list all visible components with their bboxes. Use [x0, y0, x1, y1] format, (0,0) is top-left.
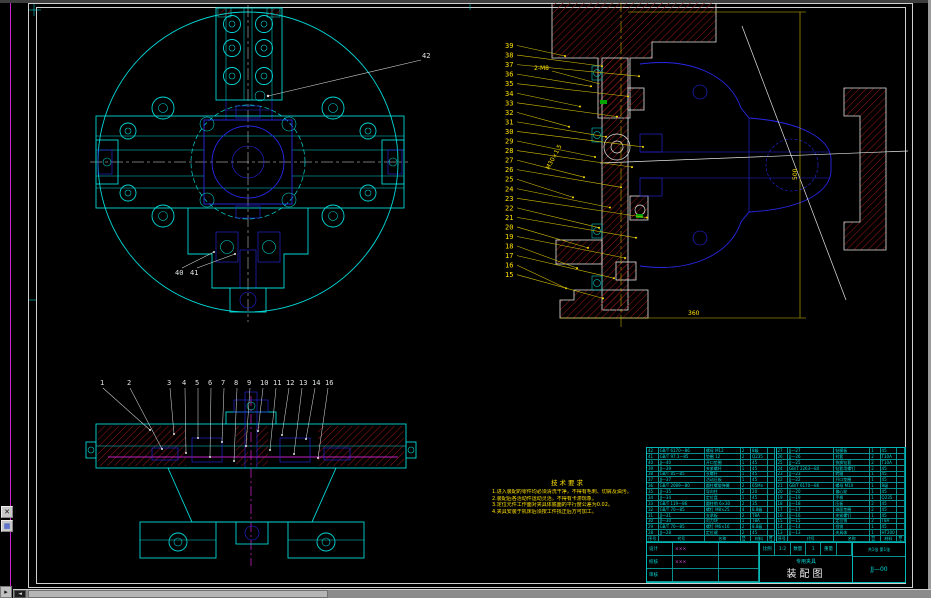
thread-callout-label: 2-M8 [534, 65, 549, 72]
side-callout-number: 33 [505, 99, 513, 107]
side-callout-number: 31 [505, 118, 513, 126]
side-callout-number: 29 [505, 138, 513, 146]
side-callout-number: 19 [505, 233, 513, 241]
qty-value: 1 [805, 543, 822, 556]
sheet-count: 共1张 第1张 [853, 543, 905, 557]
side-callout-number: 32 [505, 109, 513, 117]
bom-right-columns: 27 JJ—27 钻模板 1 45 26 JJ—26 衬套 2 T10A 25 JJ—25 快换钻套 2 T… [776, 448, 906, 542]
front-callout-number: 4 [182, 379, 186, 387]
side-callout-number: 21 [505, 214, 513, 222]
drawing-title-main: 装配图 [786, 569, 826, 580]
side-callout-number: 15 [505, 271, 513, 279]
front-callout-number: 13 [299, 379, 307, 387]
side-callout-number: 22 [505, 204, 513, 212]
drawing-title-small: 专用夹具 [795, 559, 816, 565]
side-callout-number: 20 [505, 223, 513, 231]
notes-line: 4.夹具安装于机床后须按工件找正后方可加工。 [492, 508, 597, 515]
front-callout-number: 1 [100, 379, 104, 387]
front-callout-number: 3 [167, 379, 171, 387]
notes-title: 技术要求 [551, 479, 585, 487]
front-callout-number: 2 [127, 379, 131, 387]
front-section-view: 1 2 3 4 5 6 7 8 9 10 11 12 13 14 16 [85, 379, 417, 566]
side-callout-number: 17 [505, 252, 513, 260]
front-callout-number: 14 [312, 379, 320, 387]
horizontal-scrollbar[interactable]: ◄ [13, 589, 931, 598]
front-callout-number: 7 [221, 379, 225, 387]
weight-value [836, 543, 852, 556]
plan-callouts: 40 41 42 [175, 52, 430, 277]
side-callout-number: 26 [505, 166, 513, 174]
side-callout-number: 18 [505, 243, 513, 251]
scale-value: 1:2 [775, 543, 791, 556]
resize-icon: ▸ [4, 588, 8, 596]
scale-row: 比例 1:2 数量 1 重量 [760, 543, 852, 556]
callout-40: 40 [175, 269, 183, 277]
side-callout-number: 28 [505, 147, 513, 155]
sign-label: 设计 [647, 543, 673, 556]
sign-date [719, 556, 759, 569]
close-icon: ✕ [4, 508, 10, 516]
sign-name: ××× [673, 556, 719, 569]
notes-line: 3.定位元件工作面对夹具体底面的平行度公差为0.02。 [492, 502, 613, 509]
side-callout-number: 23 [505, 195, 513, 203]
front-callout-number: 9 [247, 379, 251, 387]
dimension-vertical: 500 [792, 168, 799, 180]
callout-42: 42 [422, 52, 430, 60]
scrollbar-thumb[interactable] [28, 590, 328, 598]
docked-palette-thumbnail-button[interactable]: ▦ [1, 520, 13, 532]
scroll-left-icon: ◄ [18, 591, 22, 597]
title-block-signatures: 设计 ××× 校核 ××× 审核 [647, 543, 760, 582]
side-section-view: 500 360 2-M8 M30×1.5 3938373635343332313… [505, 0, 909, 330]
side-callout-number: 16 [505, 262, 513, 270]
front-callout-number: 10 [260, 379, 268, 387]
side-callout-number: 30 [505, 128, 513, 136]
sign-date [719, 543, 759, 556]
dimension-horizontal: 360 [688, 310, 700, 317]
bom-left-columns: 42 GB/T 6170—86 螺母 M12 2 8级 41 GB/T 97.1—85 垫圈 … [647, 448, 777, 542]
sign-label: 校核 [647, 556, 673, 569]
side-callout-number: 36 [505, 71, 513, 79]
callout-41: 41 [190, 269, 198, 277]
scroll-left-button[interactable]: ◄ [14, 590, 26, 598]
title-block: 设计 ××× 校核 ××× 审核 比例 1:2 数量 1 重量 专用夹具 装配图… [647, 542, 905, 582]
notes-line: 2.装配后各活动件运动灵活，不得有卡滞现象。 [492, 495, 597, 502]
cad-application-window: 40 41 42 500 360 2-M8 M30×1.5 39 38 37 3… [0, 0, 931, 598]
scale-label: 比例 [760, 543, 776, 556]
front-callout-number: 16 [325, 379, 333, 387]
side-callout-number: 27 [505, 157, 513, 165]
side-callout-number: 37 [505, 61, 513, 69]
title-block-center: 比例 1:2 数量 1 重量 专用夹具 装配图 [760, 543, 853, 582]
thumbnail-icon: ▦ [3, 522, 11, 530]
front-callout-number: 5 [195, 379, 199, 387]
window-top-edge [0, 0, 931, 3]
front-callout-number: 11 [273, 379, 281, 387]
front-callout-number: 8 [234, 379, 238, 387]
qty-label: 数量 [790, 543, 806, 556]
technical-notes: 技术要求 1.进入装配的零件均必须清洗干净，不得有毛刺、切屑及油污。 2.装配后… [492, 477, 644, 515]
side-callout-number: 35 [505, 80, 513, 88]
sign-date [719, 569, 759, 582]
scrollbar-corner-button[interactable]: ▸ [0, 586, 12, 598]
sign-name: ××× [673, 543, 719, 556]
docked-palette-close-button[interactable]: ✕ [1, 506, 13, 518]
notes-line: 1.进入装配的零件均必须清洗干净，不得有毛刺、切屑及油污。 [492, 489, 632, 495]
side-callout-number: 38 [505, 52, 513, 60]
front-callout-number: 6 [208, 379, 212, 387]
drawing-number: JJ—00 [870, 566, 888, 573]
side-callout-number: 25 [505, 176, 513, 184]
sign-name [673, 569, 719, 582]
side-callout-number: 39 [505, 42, 513, 50]
parts-list-table: 42 GB/T 6170—86 螺母 M12 2 8级 41 GB/T 97.1—85 垫圈 … [646, 447, 906, 583]
title-block-right: 共1张 第1张 JJ—00 [853, 543, 905, 582]
bom-parts-area: 42 GB/T 6170—86 螺母 M12 2 8级 41 GB/T 97.1—85 垫圈 … [647, 448, 905, 542]
drawing-title: 专用夹具 装配图 [760, 556, 852, 582]
plan-view: 40 41 42 [90, 5, 430, 322]
side-callout-number: 34 [505, 90, 513, 98]
side-callout-number: 24 [505, 185, 513, 193]
front-callout-number: 12 [286, 379, 294, 387]
weight-label: 重量 [821, 543, 837, 556]
sign-label: 审核 [647, 569, 673, 582]
